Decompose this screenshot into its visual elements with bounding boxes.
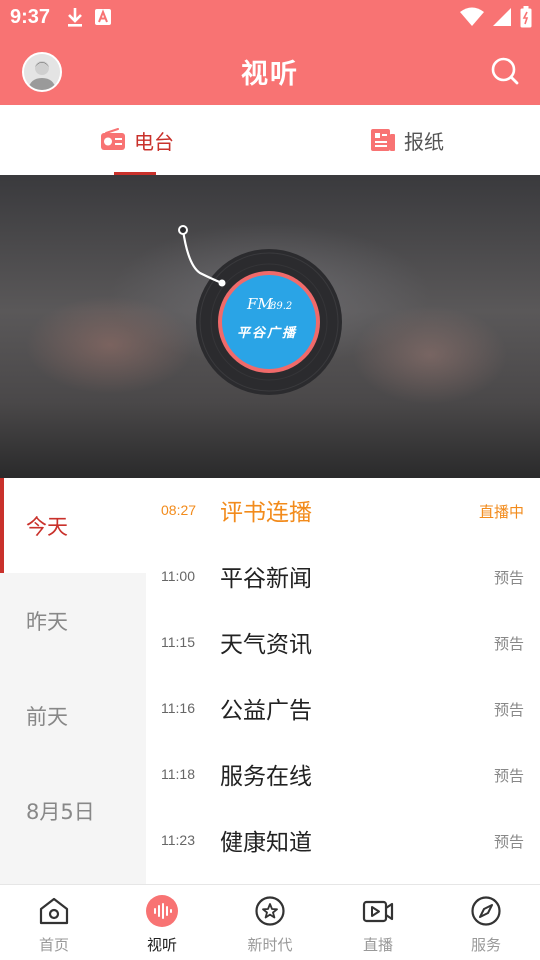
program-time: 11:00	[161, 568, 195, 584]
search-icon[interactable]	[490, 56, 520, 86]
program-row[interactable]: 11:16 公益广告 预告	[146, 676, 540, 742]
top-tabs: 电台 报纸	[0, 105, 540, 175]
tab-newspaper-label: 报纸	[404, 129, 444, 154]
tab-newspaper[interactable]: 报纸	[370, 105, 444, 175]
compass-icon	[471, 896, 501, 926]
program-time: 11:18	[161, 766, 195, 782]
bottom-nav: 首页 视听 新时代 直播 服务	[0, 884, 540, 960]
nav-home[interactable]: 首页	[0, 885, 108, 960]
day-item-day-before[interactable]: 前天	[0, 668, 146, 763]
program-status: 预告	[493, 635, 524, 653]
home-icon	[39, 897, 69, 925]
program-name: 评书连播	[220, 500, 312, 526]
day-item-today[interactable]: 今天	[0, 478, 146, 573]
a-icon	[95, 9, 111, 25]
program-status: 预告	[493, 701, 524, 719]
program-status: 预告	[493, 833, 524, 851]
program-time: 11:16	[161, 700, 195, 716]
signal-icon	[493, 8, 511, 26]
nav-live[interactable]: 直播	[324, 885, 432, 960]
star-circle-icon	[255, 896, 285, 926]
station-freq: 89.2	[270, 301, 292, 312]
program-row[interactable]: 11:18 服务在线 预告	[146, 742, 540, 808]
program-name: 天气资讯	[220, 632, 312, 658]
day-item-date[interactable]: 8月5日	[0, 763, 146, 858]
status-system-icons	[460, 6, 532, 28]
program-name: 服务在线	[220, 764, 312, 790]
program-status: 预告	[493, 569, 524, 587]
program-row[interactable]: 11:23 健康知道 预告	[146, 808, 540, 874]
status-bar: 9:37	[0, 0, 540, 36]
program-row[interactable]: 08:27 评书连播 直播中	[146, 478, 540, 544]
program-row[interactable]: 11:15 天气资讯 预告	[146, 610, 540, 676]
newspaper-icon	[371, 129, 395, 151]
tab-radio-label: 电台	[134, 129, 174, 154]
program-time: 11:23	[161, 832, 195, 848]
program-status: 直播中	[478, 503, 524, 521]
wifi-icon	[460, 7, 484, 26]
nav-service-label: 服务	[470, 936, 501, 954]
program-list: 08:27 评书连播 直播中 11:00 平谷新闻 预告 11:15 天气资讯 …	[146, 478, 540, 884]
program-name: 健康知道	[220, 830, 312, 856]
radio-banner[interactable]: FM 89.2 平谷广播	[0, 175, 540, 478]
battery-icon	[520, 6, 532, 28]
program-name: 公益广告	[220, 698, 312, 724]
radio-icon	[101, 128, 125, 150]
nav-live-label: 直播	[362, 936, 393, 954]
nav-audio-label: 视听	[146, 936, 177, 954]
nav-new-era-label: 新时代	[247, 936, 293, 954]
vinyl-record-icon: FM 89.2 平谷广播	[178, 225, 342, 395]
page-title: 视听	[241, 59, 299, 90]
nav-home-label: 首页	[38, 936, 69, 954]
nav-audio[interactable]: 视听	[108, 885, 216, 960]
program-time: 11:15	[161, 634, 195, 650]
day-list: 今天 昨天 前天 8月5日	[0, 478, 146, 884]
program-time: 08:27	[161, 502, 197, 518]
station-name: 平谷广播	[237, 325, 297, 341]
program-row[interactable]: 11:00 平谷新闻 预告	[146, 544, 540, 610]
nav-new-era[interactable]: 新时代	[216, 885, 324, 960]
tab-radio[interactable]: 电台	[100, 105, 174, 175]
status-notification-icons	[66, 6, 112, 28]
day-item-yesterday[interactable]: 昨天	[0, 573, 146, 668]
nav-service[interactable]: 服务	[432, 885, 540, 960]
download-icon	[68, 8, 82, 27]
program-status: 预告	[493, 767, 524, 785]
status-time: 9:37	[10, 6, 51, 28]
audio-wave-icon	[146, 895, 178, 927]
app-header: 视听	[0, 36, 540, 105]
program-name: 平谷新闻	[220, 566, 312, 592]
video-camera-icon	[362, 900, 394, 923]
